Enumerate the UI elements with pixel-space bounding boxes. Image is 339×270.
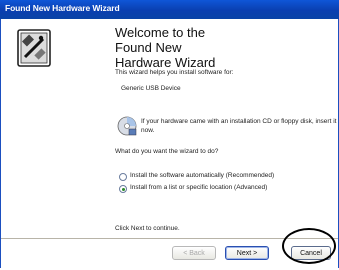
back-button[interactable]: < Back — [172, 246, 216, 260]
option-advanced[interactable]: Install from a list or specific location… — [119, 184, 329, 194]
hardware-wizard-icon — [17, 29, 51, 67]
wizard-content: Welcome to the Found New Hardware Wizard… — [115, 19, 336, 237]
wizard-heading: Welcome to the Found New Hardware Wizard — [115, 25, 216, 70]
cd-instruction-row: If your hardware came with an installati… — [115, 114, 336, 140]
wizard-screen: Found New Hardware Wizard Welcome to the… — [0, 0, 339, 270]
window-title: Found New Hardware Wizard — [5, 3, 120, 13]
radio-advanced[interactable] — [119, 185, 127, 193]
intro-text: This wizard helps you install software f… — [115, 69, 234, 76]
button-bar: < Back Next > Cancel — [1, 239, 338, 268]
radio-automatic[interactable] — [119, 173, 127, 181]
cd-instruction-text: If your hardware came with an installati… — [141, 118, 337, 134]
wizard-side-panel — [1, 19, 109, 237]
continue-text: Click Next to continue. — [115, 225, 180, 232]
option-automatic[interactable]: Install the software automatically (Reco… — [119, 172, 329, 182]
option-advanced-label: Install from a list or specific location… — [130, 184, 268, 191]
wizard-dialog: Welcome to the Found New Hardware Wizard… — [0, 19, 339, 268]
question-text: What do you want the wizard to do? — [115, 148, 219, 155]
next-button[interactable]: Next > — [225, 246, 269, 260]
cd-icon — [117, 116, 137, 136]
device-name: Generic USB Device — [121, 85, 181, 92]
option-automatic-label: Install the software automatically (Reco… — [130, 172, 275, 179]
cancel-button[interactable]: Cancel — [291, 246, 331, 260]
title-bar[interactable]: Found New Hardware Wizard — [0, 0, 339, 19]
